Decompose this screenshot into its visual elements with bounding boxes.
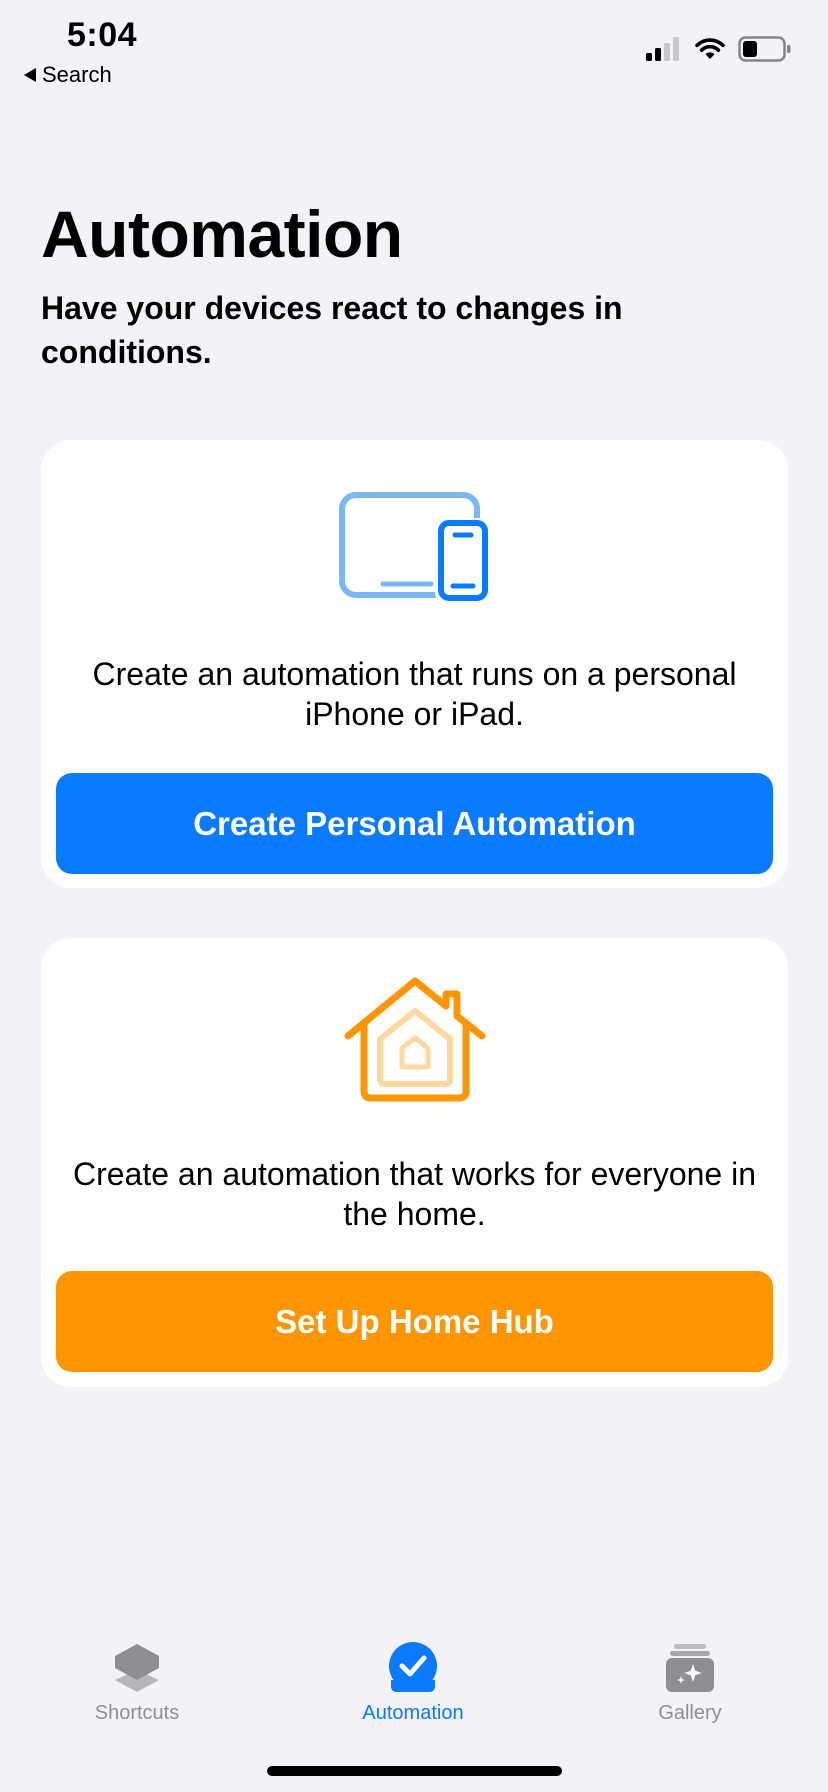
set-up-home-hub-button[interactable]: Set Up Home Hub bbox=[56, 1271, 773, 1372]
personal-automation-card: Create an automation that runs on a pers… bbox=[41, 440, 788, 888]
home-automation-card: Create an automation that works for ever… bbox=[41, 938, 788, 1387]
page-subtitle: Have your devices react to changes in co… bbox=[41, 290, 623, 370]
tab-gallery-label: Gallery bbox=[658, 1702, 722, 1724]
home-icon bbox=[344, 977, 485, 1102]
wifi-icon bbox=[695, 38, 725, 59]
tab-gallery[interactable]: Gallery bbox=[590, 1640, 790, 1725]
checkmark-circle-icon bbox=[389, 1642, 437, 1692]
home-indicator[interactable] bbox=[267, 1766, 562, 1776]
layers-icon bbox=[115, 1644, 159, 1692]
devices-icon bbox=[338, 492, 489, 602]
tab-shortcuts[interactable]: Shortcuts bbox=[37, 1640, 237, 1725]
cellular-signal-icon bbox=[646, 37, 679, 61]
back-arrow-icon bbox=[24, 68, 36, 82]
tab-shortcuts-label: Shortcuts bbox=[94, 1702, 180, 1724]
gallery-icon bbox=[666, 1644, 714, 1692]
back-label: Search bbox=[42, 62, 112, 87]
status-time: 5:04 bbox=[67, 16, 138, 54]
personal-automation-description: Create an automation that runs on a pers… bbox=[92, 656, 737, 732]
back-to-search-button[interactable]: Search bbox=[24, 62, 112, 88]
tab-bar: Shortcuts Automation Gallery bbox=[0, 1620, 828, 1730]
page-title: Automation bbox=[41, 197, 403, 271]
status-indicators bbox=[646, 36, 792, 62]
tab-automation[interactable]: Automation bbox=[313, 1640, 513, 1725]
create-personal-automation-button[interactable]: Create Personal Automation bbox=[56, 773, 773, 874]
home-automation-description: Create an automation that works for ever… bbox=[72, 1156, 757, 1232]
tab-automation-label: Automation bbox=[362, 1702, 464, 1724]
battery-icon bbox=[738, 36, 791, 62]
